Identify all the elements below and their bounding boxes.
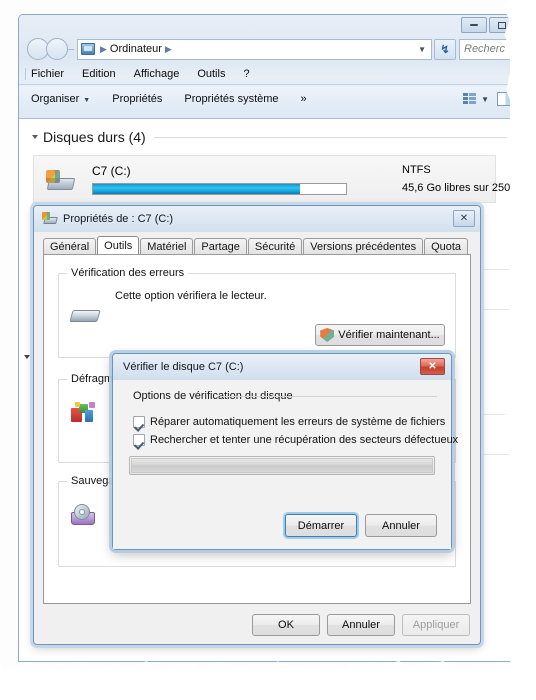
torn-edge-bottom-shape [0, 661, 536, 676]
start-button[interactable]: Démarrer [285, 514, 357, 537]
explorer-chrome: ▶ Ordinateur ▶ ▼ ↯ Recherc Fichier Editi… [19, 15, 519, 119]
error-check-group: Vérification des erreurs Cette option vé… [58, 267, 456, 358]
overflow-button[interactable]: » [301, 93, 307, 105]
filesystem-label: NTFS [402, 164, 431, 176]
tab-partage[interactable]: Partage [194, 238, 247, 255]
group-header-hard-disks[interactable]: Disques durs (4) [32, 129, 509, 145]
torn-edge-right-shape [502, 0, 516, 700]
disk-icon-error-check [69, 306, 101, 326]
menu-item-edition[interactable]: Edition [82, 68, 116, 80]
properties-title-bar[interactable]: Propriétés de : C7 (C:) ✕ [34, 206, 480, 232]
properties-footer: OK Annuler Appliquer [252, 614, 470, 636]
checkbox-repair-filesystem[interactable] [133, 416, 145, 428]
option-repair-filesystem-label: Réparer automatiquement les erreurs de s… [150, 416, 446, 428]
check-progress-bar [129, 456, 435, 475]
check-disk-title-bar[interactable]: Vérifier le disque C7 (C:) ✕ [113, 354, 451, 380]
disk-usage-fill [93, 184, 301, 194]
backup-icon [71, 504, 99, 526]
group-divider [153, 136, 509, 138]
menu-bar: Fichier Edition Affichage Outils ? [19, 63, 519, 85]
apply-button: Appliquer [402, 614, 470, 636]
properties-button[interactable]: Propriétés [112, 93, 162, 105]
drive-tile-c7[interactable]: C7 (C:) NTFS 45,6 Go libres sur 250 Go [33, 155, 528, 203]
tab-outils[interactable]: Outils [97, 236, 140, 255]
close-icon-check-disk[interactable]: ✕ [420, 358, 445, 375]
command-bar: Organiser ▼ Propriétés Propriétés système… [19, 86, 519, 112]
minimize-button[interactable] [461, 17, 487, 33]
menu-item-outils[interactable]: Outils [197, 68, 225, 80]
minimize-icon [470, 24, 478, 26]
nav-divider [68, 48, 74, 50]
close-icon[interactable]: ✕ [453, 210, 475, 227]
cancel-button[interactable]: Annuler [327, 614, 395, 636]
chevron-right-icon-2[interactable]: ▶ [165, 44, 172, 55]
check-disk-title-text: Vérifier le disque C7 (C:) [123, 361, 244, 373]
shield-icon [320, 328, 334, 342]
option-scan-bad-sectors[interactable]: Rechercher et tenter une récupération de… [133, 434, 458, 446]
tab-securite[interactable]: Sécurité [247, 238, 303, 255]
drive-label: C7 (C:) [92, 164, 131, 178]
check-disk-dialog: Vérifier le disque C7 (C:) ✕ Options de … [112, 353, 458, 550]
properties-title-text: Propriétés de : C7 (C:) [63, 213, 174, 225]
tab-quota[interactable]: Quota [424, 238, 469, 255]
chevron-down-icon[interactable]: ▼ [418, 45, 428, 54]
check-options-divider [221, 396, 437, 397]
verify-now-button[interactable]: Vérifier maintenant... [315, 324, 445, 346]
chevron-right-icon: ▶ [100, 43, 107, 54]
organize-button[interactable]: Organiser ▼ [31, 93, 90, 105]
scroll-collapse-marker-icon[interactable] [24, 355, 30, 359]
menu-item-affichage[interactable]: Affichage [134, 68, 180, 80]
check-progress-track [131, 458, 433, 473]
cancel-button-check-disk[interactable]: Annuler [365, 514, 437, 537]
group-title: Disques durs (4) [43, 129, 146, 145]
organize-label: Organiser [31, 93, 80, 105]
system-properties-button[interactable]: Propriétés système [184, 93, 278, 105]
option-repair-filesystem[interactable]: Réparer automatiquement les erreurs de s… [133, 416, 445, 428]
verify-now-label: Vérifier maintenant... [338, 329, 440, 341]
option-scan-bad-sectors-label: Rechercher et tenter une récupération de… [150, 434, 459, 446]
breadcrumb-root[interactable]: Ordinateur [110, 43, 162, 55]
drive-properties-icon [42, 212, 58, 226]
disk-usage-bar [92, 183, 347, 195]
properties-tab-strip: Général Outils Matériel Partage Sécurité… [43, 236, 471, 255]
tab-materiel[interactable]: Matériel [140, 238, 194, 255]
check-disk-footer: Démarrer Annuler [285, 514, 437, 537]
chevron-down-icon-view[interactable]: ▼ [481, 95, 489, 104]
collapse-triangle-icon[interactable] [32, 135, 38, 139]
refresh-button[interactable]: ↯ [434, 38, 456, 60]
defragment-icon [71, 402, 97, 424]
page-canvas: ▶ Ordinateur ▶ ▼ ↯ Recherc Fichier Editi… [0, 0, 536, 700]
error-check-description: Cette option vérifiera le lecteur. [115, 290, 267, 302]
chevron-down-icon-organize: ▼ [83, 97, 91, 104]
checkbox-scan-bad-sectors[interactable] [133, 434, 145, 446]
menu-item-help[interactable]: ? [243, 68, 249, 80]
navigation-buttons [27, 38, 74, 60]
address-bar-row: ▶ Ordinateur ▶ ▼ ↯ Recherc [19, 35, 519, 63]
check-disk-body: Options de vérification du disque Répare… [113, 380, 458, 549]
view-layout-icon[interactable] [463, 93, 477, 105]
hard-drive-icon [46, 170, 76, 192]
computer-icon [81, 43, 95, 55]
tab-versions-precedentes[interactable]: Versions précédentes [303, 238, 424, 255]
address-bar[interactable]: ▶ Ordinateur ▶ ▼ [77, 38, 432, 60]
forward-button[interactable] [46, 38, 68, 60]
explorer-title-bar [19, 15, 519, 35]
ok-button[interactable]: OK [252, 614, 320, 636]
error-check-legend: Vérification des erreurs [67, 267, 189, 279]
menu-item-fichier[interactable]: Fichier [31, 68, 64, 80]
tab-general[interactable]: Général [43, 238, 97, 255]
